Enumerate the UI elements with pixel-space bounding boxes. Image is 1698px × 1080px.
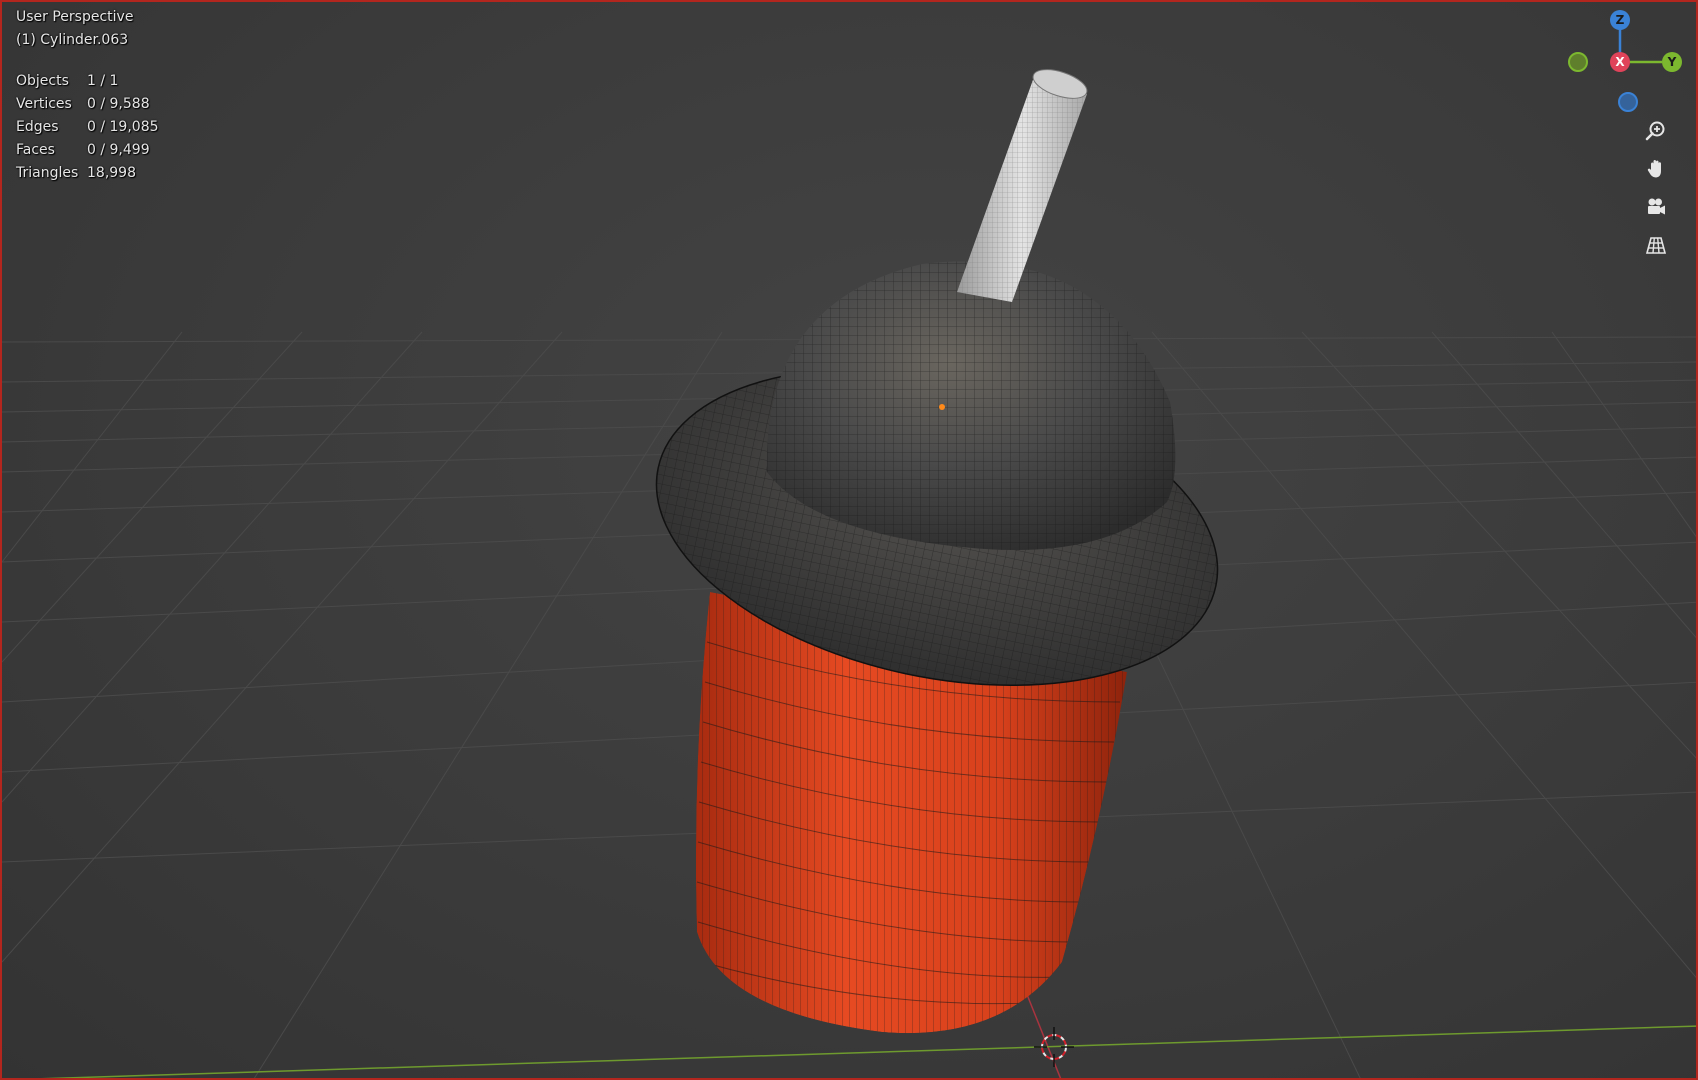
stat-row-objects: Objects 1 / 1 xyxy=(16,69,159,92)
navigation-gizmo[interactable]: Z Y X xyxy=(1562,8,1682,118)
stat-label: Faces xyxy=(16,141,55,158)
gizmo-z-axis[interactable]: Z xyxy=(1610,10,1630,30)
hand-pan-icon xyxy=(1647,160,1661,178)
zoom-button[interactable] xyxy=(1640,115,1672,147)
view-name: User Perspective xyxy=(16,9,134,25)
stat-label: Objects xyxy=(16,72,69,89)
perspective-grid-icon xyxy=(1645,237,1667,254)
scene-statistics: Objects 1 / 1 Vertices 0 / 9,588 Edges 0… xyxy=(16,69,159,184)
stat-label: Triangles xyxy=(16,164,79,181)
perspective-toggle-button[interactable] xyxy=(1640,229,1672,261)
stat-label: Vertices xyxy=(16,95,72,112)
gizmo-x-axis[interactable]: X xyxy=(1610,52,1630,72)
gizmo-neg-z-axis[interactable] xyxy=(1618,92,1638,112)
stat-value: 1 / 1 xyxy=(87,72,119,89)
3d-viewport[interactable]: User Perspective (1) Cylinder.063 Object… xyxy=(0,0,1698,1080)
gizmo-x-label: X xyxy=(1615,55,1625,69)
stat-value: 18,998 xyxy=(87,164,136,181)
gizmo-neg-y-axis[interactable] xyxy=(1568,52,1588,72)
pan-button[interactable] xyxy=(1640,153,1672,185)
stat-row-triangles: Triangles 18,998 xyxy=(16,161,159,184)
camera-view-button[interactable] xyxy=(1640,191,1672,223)
stat-value: 0 / 9,499 xyxy=(87,141,150,158)
stat-label: Edges xyxy=(16,118,59,135)
stat-value: 0 / 19,085 xyxy=(87,118,159,135)
scene-render xyxy=(2,69,1696,1078)
active-object-name: (1) Cylinder.063 xyxy=(16,32,129,48)
zoom-icon xyxy=(1645,121,1665,141)
stat-row-edges: Edges 0 / 19,085 xyxy=(16,115,159,138)
stat-row-faces: Faces 0 / 9,499 xyxy=(16,138,159,161)
gizmo-y-axis[interactable]: Y xyxy=(1662,52,1682,72)
gizmo-y-label: Y xyxy=(1667,55,1677,69)
gizmo-z-label: Z xyxy=(1615,13,1625,27)
camera-icon xyxy=(1648,198,1665,215)
stat-value: 0 / 9,588 xyxy=(87,95,150,112)
stat-row-vertices: Vertices 0 / 9,588 xyxy=(16,92,159,115)
